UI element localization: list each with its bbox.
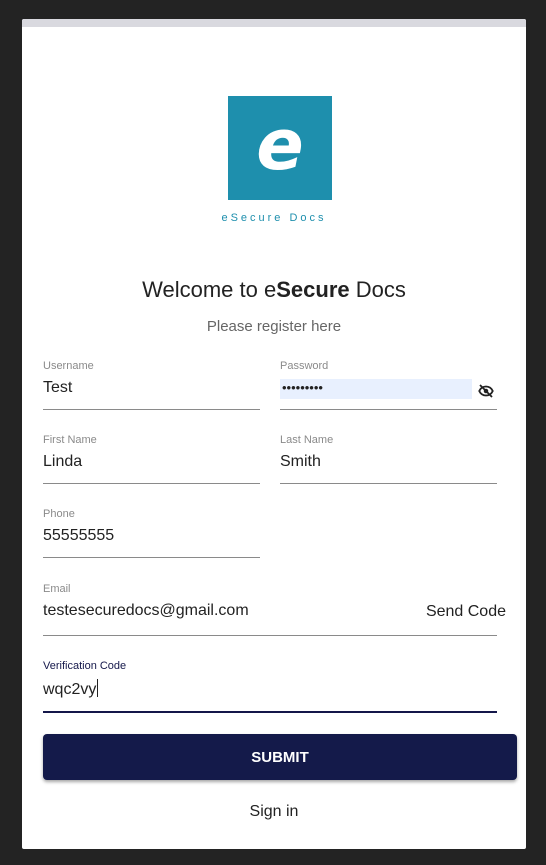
logo-caption: eSecure Docs — [221, 212, 327, 224]
brand-logo: e — [228, 96, 332, 200]
send-code-button[interactable]: Send Code — [426, 603, 506, 621]
top-bar — [22, 19, 526, 27]
password-label: Password — [280, 360, 329, 372]
email-input[interactable]: testesecuredocs@gmail.com — [43, 602, 373, 620]
password-value: ••••••••• — [282, 380, 323, 395]
verification-code-input[interactable]: wqc2vy — [43, 679, 497, 699]
password-field[interactable]: Password ••••••••• — [280, 360, 497, 410]
page-title: Welcome to eSecure Docs — [22, 277, 526, 303]
title-suffix: Docs — [349, 277, 406, 302]
verification-code-field[interactable]: Verification Code wqc2vy — [43, 660, 497, 713]
password-input[interactable]: ••••••••• — [280, 379, 472, 399]
page-subtitle: Please register here — [206, 318, 342, 335]
phone-label: Phone — [43, 508, 75, 520]
first-name-field[interactable]: First Name Linda — [43, 434, 260, 484]
submit-button[interactable]: SUBMIT — [43, 734, 517, 780]
phone-input[interactable]: 55555555 — [43, 527, 260, 545]
last-name-label: Last Name — [280, 434, 334, 446]
last-name-input[interactable]: Smith — [280, 453, 497, 471]
logo-letter: e — [256, 104, 304, 186]
title-prefix: Welcome to e — [142, 277, 277, 302]
first-name-input[interactable]: Linda — [43, 453, 260, 471]
verification-code-label: Verification Code — [43, 660, 127, 672]
title-bold: Secure — [276, 277, 350, 302]
text-caret — [97, 679, 99, 697]
username-input[interactable]: Test — [43, 379, 260, 397]
username-label: Username — [43, 360, 94, 372]
phone-field[interactable]: Phone 55555555 — [43, 508, 260, 558]
email-label: Email — [43, 583, 71, 595]
sign-in-link[interactable]: Sign in — [22, 803, 526, 821]
eye-off-icon[interactable] — [477, 382, 495, 400]
username-field[interactable]: Username Test — [43, 360, 260, 410]
verification-code-value: wqc2vy — [43, 681, 97, 698]
last-name-field[interactable]: Last Name Smith — [280, 434, 497, 484]
first-name-label: First Name — [43, 434, 97, 446]
registration-card: e eSecure Docs Welcome to eSecure Docs P… — [22, 19, 526, 849]
